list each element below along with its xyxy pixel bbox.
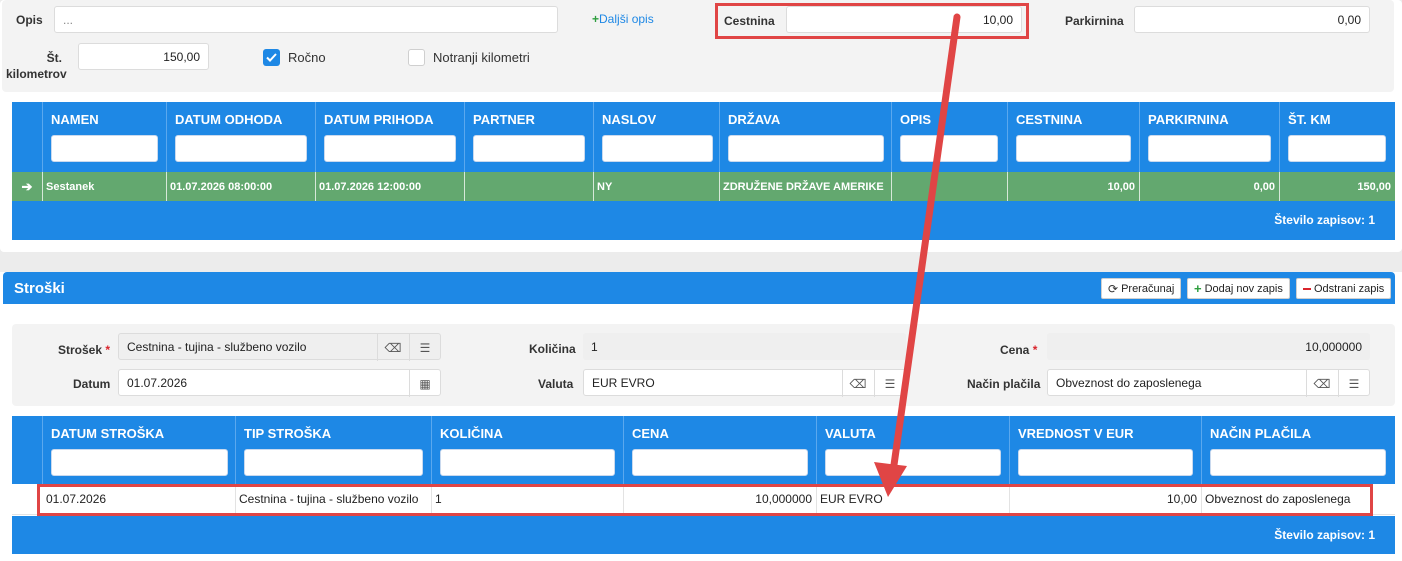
annotation-arrow	[874, 13, 961, 497]
